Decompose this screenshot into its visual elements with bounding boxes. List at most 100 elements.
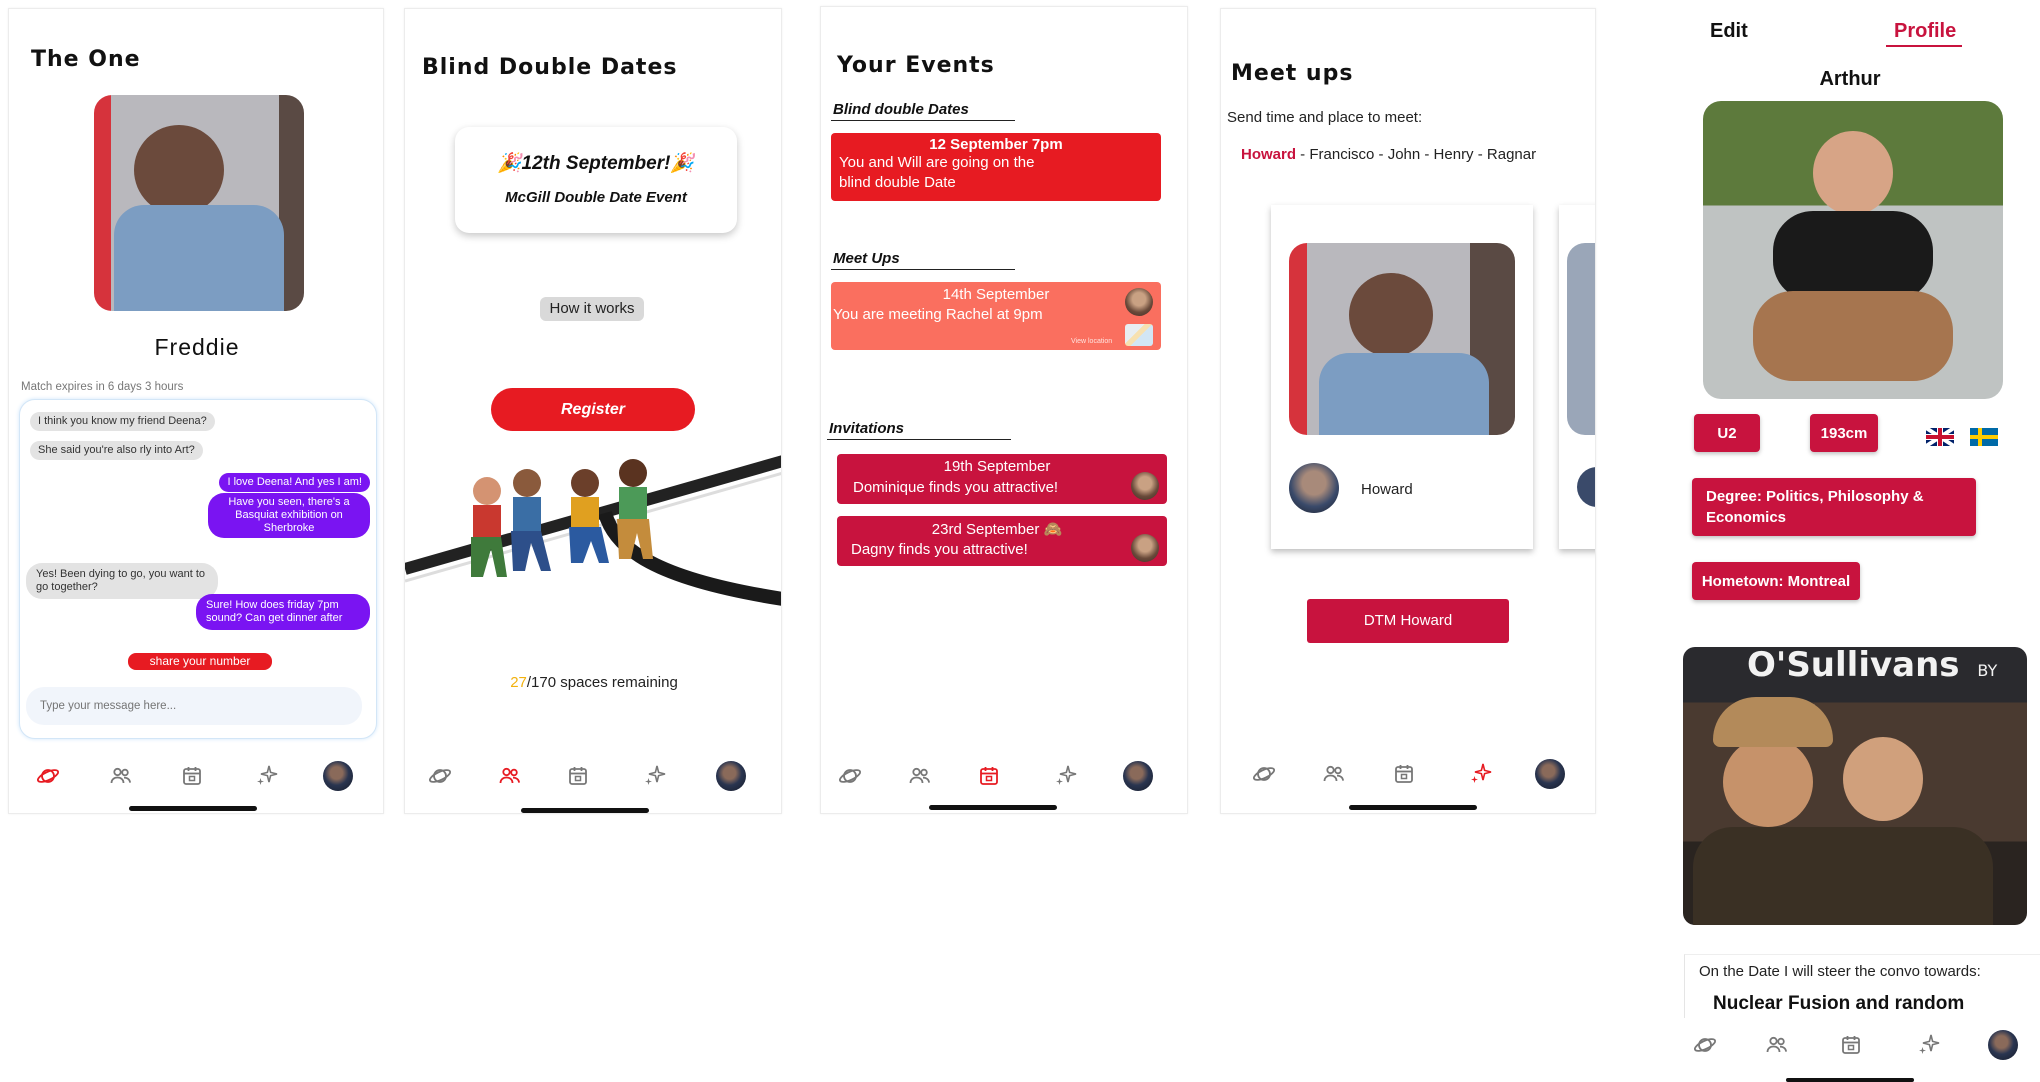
register-button[interactable]: Register <box>491 388 695 431</box>
sparkle-icon[interactable] <box>1466 759 1496 789</box>
card-text: You and Will are going on the blind doub… <box>839 154 1035 191</box>
blind-date-card[interactable]: 12 September 7pm You and Will are going … <box>831 133 1161 201</box>
meet-names: Howard - Francisco - John - Henry - Ragn… <box>1241 146 1536 163</box>
screen-blind-double-dates: Blind Double Dates 🎉12th September!🎉 McG… <box>404 8 782 814</box>
chat-message: I think you know my friend Deena? <box>30 412 215 431</box>
meet-subtitle: Send time and place to meet: <box>1227 109 1423 126</box>
planet-icon[interactable] <box>1249 759 1279 789</box>
section-blind-dates: Blind double Dates <box>831 101 1015 121</box>
how-it-works-button[interactable]: How it works <box>540 297 644 321</box>
card-name: Howard <box>1361 481 1413 498</box>
sparkle-icon[interactable] <box>1051 761 1081 791</box>
tag-height: 193cm <box>1810 414 1878 452</box>
avatar[interactable] <box>1535 759 1565 789</box>
calendar-icon[interactable] <box>974 761 1004 791</box>
friends-illustration <box>405 409 781 619</box>
sparkle-icon[interactable] <box>252 761 282 791</box>
invitation-card[interactable]: 23rd September 🙈 Dagny finds you attract… <box>837 516 1167 566</box>
second-photo[interactable]: O'Sullivans BY THE MILL <box>1683 647 2027 925</box>
people-icon[interactable] <box>495 761 525 791</box>
home-indicator <box>1349 805 1477 810</box>
screen-meet-ups: Meet ups Send time and place to meet: Ho… <box>1220 8 1596 814</box>
people-icon[interactable] <box>1319 759 1349 789</box>
contact-avatar[interactable] <box>1131 534 1159 562</box>
chat-panel: I think you know my friend Deena? She sa… <box>19 399 377 739</box>
avatar[interactable] <box>1123 761 1153 791</box>
next-card-peek[interactable] <box>1559 205 1595 549</box>
bottom-nav <box>821 761 1187 811</box>
bottom-nav <box>405 761 781 811</box>
profile-name: Arthur <box>1819 68 1881 90</box>
bottom-nav <box>1660 1030 2040 1080</box>
degree-badge: Degree: Politics, Philosophy & Economics <box>1692 478 1976 536</box>
profile-photo[interactable] <box>1703 101 2003 399</box>
view-location-link[interactable]: View location <box>1071 338 1112 345</box>
share-number-button[interactable]: share your number <box>128 653 272 670</box>
contact-avatar[interactable] <box>1131 472 1159 500</box>
meetup-card[interactable]: 14th September You are meeting Rachel at… <box>831 282 1161 350</box>
section-invitations: Invitations <box>827 420 1011 440</box>
match-card[interactable]: Howard <box>1271 205 1533 549</box>
avatar[interactable] <box>323 761 353 791</box>
planet-icon[interactable] <box>835 761 865 791</box>
screen-your-events: Your Events Blind double Dates 12 Septem… <box>820 6 1188 814</box>
other-names[interactable]: - Francisco - John - Henry - Ragnar <box>1296 146 1536 163</box>
prompt-answer: Nuclear Fusion and random <box>1713 993 1965 1014</box>
match-name: Freddie <box>154 334 240 360</box>
selected-name[interactable]: Howard <box>1241 146 1296 163</box>
planet-icon[interactable] <box>33 761 63 791</box>
map-thumbnail[interactable] <box>1125 324 1153 346</box>
spaces-taken: 27 <box>510 674 527 691</box>
card-date: 14th September <box>942 286 1050 303</box>
tag-music: U2 <box>1694 414 1760 452</box>
chat-message: Yes! Been dying to go, you want to go to… <box>26 563 218 599</box>
prompt-card: On the Date I will steer the convo towar… <box>1684 954 2040 1018</box>
section-meet-ups: Meet Ups <box>831 250 1015 270</box>
avatar[interactable] <box>716 761 746 791</box>
sparkle-icon[interactable] <box>1914 1030 1944 1060</box>
home-indicator <box>1786 1078 1914 1082</box>
sign-title: O'Sullivans <box>1747 647 1960 685</box>
sweden-flag <box>1970 428 1998 446</box>
event-card[interactable]: 🎉12th September!🎉 McGill Double Date Eve… <box>455 127 737 233</box>
home-indicator <box>929 805 1057 810</box>
bottom-nav <box>9 761 383 811</box>
home-indicator <box>521 808 649 813</box>
calendar-icon[interactable] <box>177 761 207 791</box>
match-photo <box>1289 243 1515 435</box>
match-photo[interactable] <box>94 95 304 311</box>
planet-icon[interactable] <box>425 761 455 791</box>
contact-avatar[interactable] <box>1125 288 1153 316</box>
spaces-total: /170 spaces remaining <box>526 674 678 691</box>
people-icon[interactable] <box>106 761 136 791</box>
card-text: You are meeting Rachel at 9pm <box>833 306 1043 323</box>
tab-edit[interactable]: Edit <box>1710 20 1748 43</box>
calendar-icon[interactable] <box>1836 1030 1866 1060</box>
chat-message: She said you're also rly into Art? <box>30 441 203 460</box>
spaces-remaining: 27/170 spaces remaining <box>405 674 781 691</box>
sparkle-icon[interactable] <box>640 761 670 791</box>
dtm-button[interactable]: DTM Howard <box>1307 599 1509 643</box>
people-icon[interactable] <box>1762 1030 1792 1060</box>
match-expiry: Match expires in 6 days 3 hours <box>21 381 184 393</box>
hometown-badge: Hometown: Montreal <box>1692 562 1860 600</box>
card-date: 12 September 7pm <box>929 136 1063 153</box>
card-avatar <box>1289 463 1339 513</box>
avatar[interactable] <box>1988 1030 2018 1060</box>
card-date: 23rd September 🙈 <box>931 521 1063 538</box>
prompt-question: On the Date I will steer the convo towar… <box>1699 963 1981 980</box>
event-date: 🎉12th September!🎉 <box>497 153 695 174</box>
invitation-card[interactable]: 19th September Dominique finds you attra… <box>837 454 1167 504</box>
screen-profile: Edit Profile Arthur U2 193cm Degree: Pol… <box>1660 0 2040 1082</box>
calendar-icon[interactable] <box>563 761 593 791</box>
planet-icon[interactable] <box>1690 1030 1720 1060</box>
page-title: Your Events <box>837 53 995 78</box>
message-input[interactable] <box>26 687 362 725</box>
page-title: Meet ups <box>1231 61 1354 86</box>
people-icon[interactable] <box>905 761 935 791</box>
card-date: 19th September <box>943 458 1051 475</box>
uk-flag <box>1926 428 1954 446</box>
calendar-icon[interactable] <box>1389 759 1419 789</box>
chat-message: I love Deena! And yes I am! <box>219 473 370 492</box>
tab-profile[interactable]: Profile <box>1886 20 1963 47</box>
